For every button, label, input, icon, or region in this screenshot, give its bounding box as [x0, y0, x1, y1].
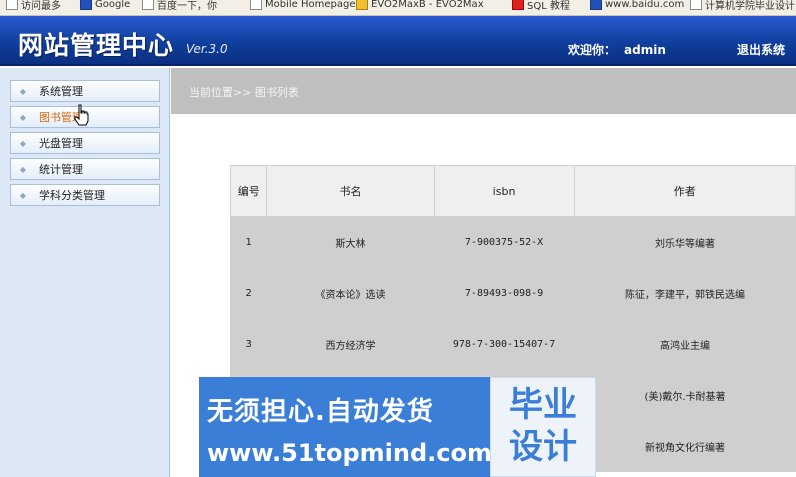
watermark-left-panel: 无须担心.自动发货 www.51topmind.com	[199, 377, 492, 477]
bullet-icon: ◆	[19, 112, 27, 122]
table-row[interactable]: 3 西方经济学 978-7-300-15407-7 高鸿业主编	[229, 318, 796, 370]
sidebar-item-statistics[interactable]: ◆ 统计管理	[10, 158, 160, 180]
bullet-icon: ◆	[19, 190, 27, 200]
site-header: 网站管理中心 Ver.3.0 欢迎你： admin 退出系统	[0, 16, 796, 66]
welcome-label: 欢迎你：	[568, 43, 617, 57]
bullet-icon: ◆	[19, 164, 27, 174]
table-row[interactable]: 2 《资本论》选读 7-89493-098-9 陈征，李建平，郭铁民选编	[229, 267, 796, 319]
breadcrumb-text: 当前位置>> 图书列表	[189, 86, 299, 99]
sidebar-item-subjects[interactable]: ◆ 学科分类管理	[10, 184, 160, 206]
cell-author: 高鸿业主编	[573, 318, 796, 370]
column-header-isbn: isbn	[433, 165, 575, 217]
sidebar-item-discs[interactable]: ◆ 光盘管理	[10, 132, 160, 154]
cell-author: 刘乐华等编著	[573, 216, 796, 268]
cell-author: 新视角文化行编著	[573, 420, 796, 472]
google-icon	[80, 0, 92, 10]
cell-title: 斯大林	[266, 216, 434, 268]
table-row[interactable]: 1 斯大林 7-900375-52-X 刘乐华等编著	[229, 216, 796, 268]
cell-title: 《资本论》选读	[266, 267, 434, 319]
username: admin	[624, 43, 666, 57]
cell-id: 1	[229, 216, 267, 268]
page-icon	[690, 0, 702, 10]
hand-cursor-icon	[74, 104, 89, 126]
watermark-site: www.51topmind.com	[207, 439, 492, 467]
watermark-slogan: 无须担心.自动发货	[207, 397, 434, 427]
watermark-badge-panel: 毕业 设计	[490, 377, 596, 477]
cell-title: 西方经济学	[266, 318, 434, 370]
bookmark-item[interactable]: Mobile Homepage	[250, 0, 356, 12]
red-icon	[512, 0, 524, 10]
breadcrumb: 当前位置>> 图书列表	[171, 68, 796, 114]
version-label: Ver.3.0	[186, 42, 228, 56]
bookmark-item[interactable]: 计算机学院毕业设计	[690, 0, 795, 12]
cell-id: 3	[229, 318, 267, 370]
site-title: 网站管理中心	[18, 31, 175, 60]
bullet-icon: ◆	[19, 138, 27, 148]
watermark-banner: 无须担心.自动发货 www.51topmind.com 毕业 设计	[199, 377, 596, 477]
bookmarks-bar: 访问最多 Google 百度一下，你 Mobile Homepage EVO2M…	[0, 0, 796, 16]
sidebar: ◆ 系统管理 ◆ 图书管理 ◆ 光盘管理 ◆ 统计管理 ◆ 学科分类管理	[0, 68, 170, 477]
cell-isbn: 978-7-300-15407-7	[433, 318, 575, 370]
welcome-text: 欢迎你： admin	[568, 41, 666, 58]
bookmark-item[interactable]: www.baidu.com	[590, 0, 684, 12]
page-icon	[250, 0, 262, 10]
sidebar-item-system[interactable]: ◆ 系统管理	[10, 80, 160, 102]
page-icon	[142, 0, 154, 10]
bullet-icon: ◆	[19, 86, 27, 96]
column-header-author: 作者	[573, 165, 796, 217]
cell-isbn: 7-900375-52-X	[433, 216, 575, 268]
bookmark-item[interactable]: 百度一下，你	[142, 0, 217, 12]
logout-link[interactable]: 退出系统	[737, 41, 785, 58]
cell-author: 陈征，李建平，郭铁民选编	[573, 267, 796, 319]
table-header-row: 编号 书名 isbn 作者	[229, 165, 796, 217]
column-header-id: 编号	[229, 165, 268, 217]
bookmark-item[interactable]: SQL 教程	[512, 0, 570, 12]
bookmark-item[interactable]: Google	[80, 0, 130, 12]
page-icon	[6, 0, 18, 10]
star-icon	[356, 0, 368, 10]
bookmark-item[interactable]: 访问最多	[6, 0, 61, 12]
blue-icon	[590, 0, 602, 10]
column-header-title: 书名	[266, 165, 435, 217]
cell-author: (美)戴尔.卡耐基著	[573, 369, 796, 421]
cell-isbn: 7-89493-098-9	[433, 267, 575, 319]
bookmark-item[interactable]: EVO2MaxB - EVO2Max	[356, 0, 484, 12]
watermark-badge: 毕业 设计	[509, 385, 577, 467]
cell-id: 2	[229, 267, 267, 319]
